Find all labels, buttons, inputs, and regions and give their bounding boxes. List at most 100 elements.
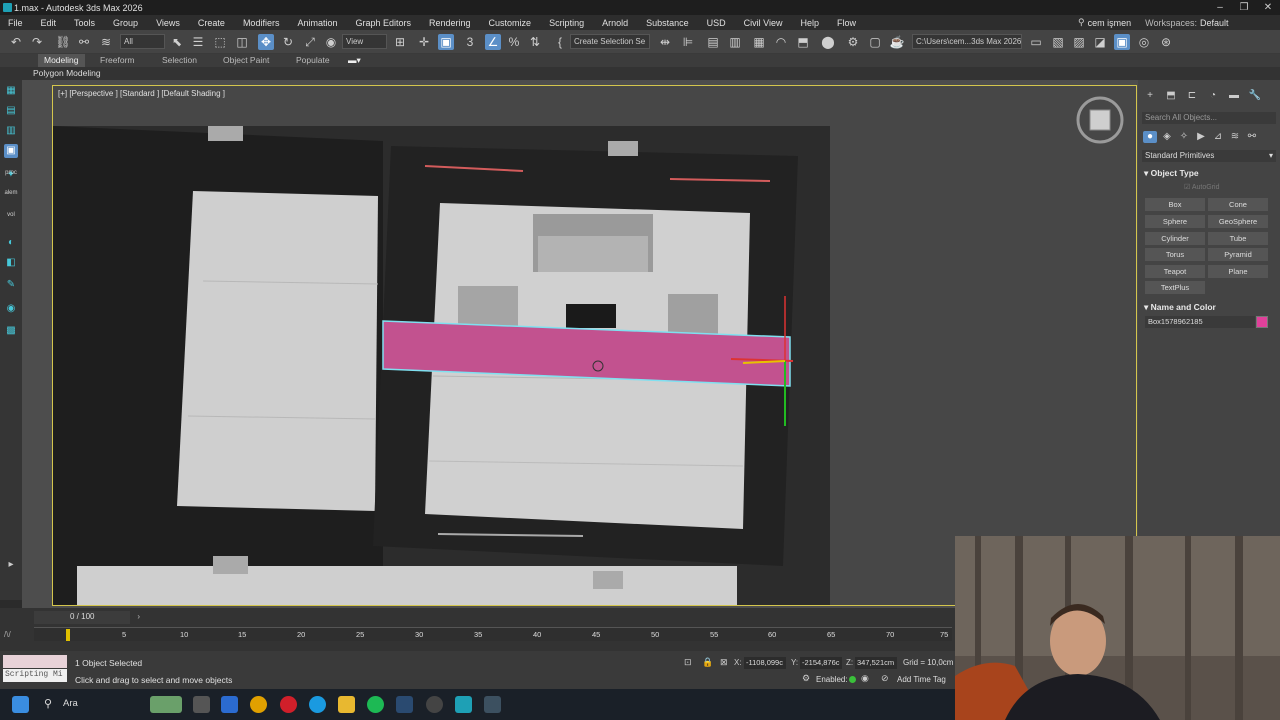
cylinder-button[interactable]: Cylinder [1145, 232, 1205, 245]
helpers-icon[interactable]: ⊿ [1211, 131, 1225, 143]
workspace-dropdown[interactable]: Default [1200, 18, 1280, 28]
tube-button[interactable]: Tube [1208, 232, 1268, 245]
pivot-center-icon[interactable]: ⊞ [392, 34, 408, 50]
link-icon[interactable]: ⛓ [55, 34, 71, 50]
select-object-icon[interactable]: ⬉ [169, 34, 185, 50]
project-folder-icon[interactable]: ▭ [1028, 34, 1044, 50]
schematic-view-icon[interactable]: ⬒ [795, 34, 811, 50]
select-and-place-icon[interactable]: ◉ [323, 34, 339, 50]
file-explorer-icon[interactable] [338, 696, 355, 713]
maximize-button[interactable]: ❐ [1232, 0, 1256, 15]
spotify-icon[interactable] [367, 696, 384, 713]
ribbon-tab-object-paint[interactable]: Object Paint [223, 54, 269, 67]
autogrid-checkbox[interactable]: ☑ AutoGrid [1184, 183, 1219, 191]
percent-snap-icon[interactable]: % [506, 34, 522, 50]
curve-editor-icon[interactable]: ◠ [773, 34, 789, 50]
z-coordinate-field[interactable]: 347,521cm [855, 657, 897, 669]
window-crossing-icon[interactable]: ◫ [234, 34, 250, 50]
ribbon-tab-populate[interactable]: Populate [296, 54, 330, 67]
camera-icon[interactable]: ◐ [4, 236, 18, 250]
menu-customize[interactable]: Customize [480, 18, 541, 28]
snaps-toggle-icon[interactable]: 3 [462, 34, 478, 50]
menu-substance[interactable]: Substance [637, 18, 698, 28]
utilities-tab-icon[interactable]: 🔧 [1248, 90, 1262, 102]
select-and-scale-icon[interactable]: ⤢ [302, 34, 318, 50]
menu-help[interactable]: Help [791, 18, 828, 28]
modify-tab-icon[interactable]: ⬒ [1164, 90, 1178, 102]
track-bar[interactable]: 5 10 15 20 25 30 35 40 45 50 55 60 65 70… [34, 627, 952, 641]
windows-start-icon[interactable] [12, 696, 29, 713]
layers-icon[interactable]: ▥ [4, 124, 18, 138]
scene-icon[interactable]: ▤ [4, 104, 18, 118]
menu-graph-editors[interactable]: Graph Editors [346, 18, 420, 28]
maxscript-mini-listener[interactable]: Scripting Mi [3, 669, 67, 682]
close-button[interactable]: ✕ [1256, 0, 1280, 15]
named-selection-sets-dropdown[interactable]: Create Selection Se [570, 34, 650, 49]
user-name[interactable]: cem işmen [1088, 18, 1132, 28]
absolute-mode-icon[interactable]: ⊠ [720, 657, 728, 668]
create-tab-icon[interactable]: + [1143, 90, 1157, 102]
category-dropdown[interactable]: Standard Primitives ▾ [1142, 150, 1276, 162]
rectangular-selection-icon[interactable]: ⬚ [212, 34, 228, 50]
select-and-move-icon[interactable]: ✥ [258, 34, 274, 50]
rendered-frame-window-icon[interactable]: ▢ [867, 34, 883, 50]
playhead[interactable] [66, 629, 70, 641]
edit-named-selection-icon[interactable]: { [552, 34, 568, 50]
search-icon[interactable]: ⚲ [44, 697, 52, 710]
object-icon[interactable]: ◧ [4, 256, 18, 270]
app-taskbar-icon[interactable] [484, 696, 501, 713]
create-icon[interactable]: ▦ [4, 84, 18, 98]
enabled-indicator[interactable] [849, 676, 856, 683]
time-tag-icon[interactable]: ⊘ [881, 673, 889, 684]
layer-explorer-icon[interactable]: ▥ [727, 34, 743, 50]
plane-button[interactable]: Plane [1208, 265, 1268, 278]
textplus-button[interactable]: TextPlus [1145, 281, 1205, 294]
next-frame-icon[interactable]: › [137, 612, 140, 621]
lock-icon[interactable]: 🔒 [702, 657, 713, 668]
cone-button[interactable]: Cone [1208, 198, 1268, 211]
viewport-label[interactable]: [+] [Perspective ] [Standard ] [Default … [58, 89, 225, 98]
redo-icon[interactable]: ↷ [29, 34, 45, 50]
render-production-icon[interactable]: ☕ [889, 34, 905, 50]
object-type-rollout[interactable]: ▾ Object Type [1144, 168, 1276, 180]
reference-coordinate-dropdown[interactable]: View [342, 34, 387, 49]
hierarchy-tab-icon[interactable]: ⊏ [1185, 90, 1199, 102]
motion-tab-icon[interactable]: ◔ [1206, 90, 1220, 102]
minimize-button[interactable]: – [1208, 0, 1232, 15]
time-slider[interactable]: 0 / 100 › [34, 611, 140, 624]
menu-edit[interactable]: Edit [32, 18, 66, 28]
isolate-icon[interactable]: ⊡ [684, 657, 692, 668]
display-tab-icon[interactable]: ▬ [1227, 90, 1241, 102]
menu-civil-view[interactable]: Civil View [735, 18, 792, 28]
mirror-icon[interactable]: ⇹ [657, 34, 673, 50]
shapes-icon[interactable]: ◈ [1160, 131, 1174, 143]
name-color-rollout[interactable]: ▾ Name and Color [1144, 302, 1276, 314]
teapot-button[interactable]: Teapot [1145, 265, 1205, 278]
box-button[interactable]: Box [1145, 198, 1205, 211]
project-path-field[interactable]: C:\Users\cem...3ds Max 2026 [912, 34, 1022, 49]
sphere-button[interactable]: Sphere [1145, 215, 1205, 228]
search-objects-input[interactable]: Search All Objects... [1142, 112, 1276, 124]
x-coordinate-field[interactable]: -1108,099c [744, 657, 786, 669]
curve-editor-toggle-icon[interactable]: /\/ [4, 630, 30, 640]
menu-rendering[interactable]: Rendering [420, 18, 480, 28]
scene-explorer-icon[interactable]: ▤ [705, 34, 721, 50]
gallery-icon[interactable]: ▩ [4, 324, 18, 338]
pyramid-button[interactable]: Pyramid [1208, 248, 1268, 261]
menu-create[interactable]: Create [189, 18, 234, 28]
record-icon[interactable]: ◉ [861, 673, 869, 684]
3dsmax-taskbar-icon[interactable] [455, 696, 472, 713]
spacewarps-icon[interactable]: ≋ [1228, 131, 1242, 143]
undo-icon[interactable]: ↶ [8, 34, 24, 50]
paint-icon[interactable]: ✎ [4, 278, 18, 292]
select-and-rotate-icon[interactable]: ↻ [280, 34, 296, 50]
y-coordinate-field[interactable]: -2154,876c [800, 657, 842, 669]
menu-tools[interactable]: Tools [65, 18, 104, 28]
object-name-field[interactable]: Box1578962185 [1145, 316, 1255, 328]
ribbon-tab-freeform[interactable]: Freeform [100, 54, 134, 67]
store-icon[interactable] [221, 696, 238, 713]
add-time-tag-button[interactable]: Add Time Tag [897, 675, 946, 684]
menu-scripting[interactable]: Scripting [540, 18, 593, 28]
menu-arnold[interactable]: Arnold [593, 18, 637, 28]
menu-flow[interactable]: Flow [828, 18, 865, 28]
